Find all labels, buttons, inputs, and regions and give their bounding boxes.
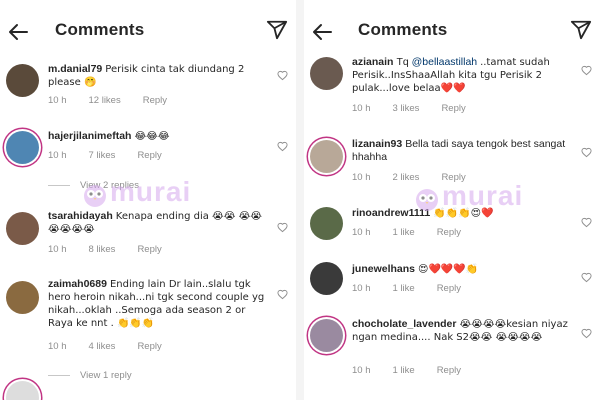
comment-body: m.danial79 Perisik cinta tak diundang 2 p… [48,63,268,89]
view-replies-button[interactable]: View 1 reply [48,370,132,381]
comment-time: 10 h [352,103,371,114]
avatar[interactable] [310,140,343,173]
arrow-left-icon[interactable] [310,20,334,44]
page-title: Comments [358,20,448,39]
comment-body: chocholate_lavender 😭😭😭😭kesian niyaz ngan… [352,318,572,344]
comment-likes[interactable]: 1 like [393,283,415,294]
left-comments-panel: Comments m.danial79 Perisik cinta tak diu… [0,0,296,400]
comment-meta: 10 h 1 like Reply [352,227,483,238]
heart-outline-icon[interactable] [277,222,288,233]
comment-body: junewelhans 😍❤️❤️❤️👏 [352,263,572,276]
comment-username[interactable]: lizanain93 [352,138,402,150]
comment-meta: 10 h 2 likes Reply [352,172,488,183]
reply-button[interactable]: Reply [437,283,461,294]
comment-time: 10 h [352,365,371,376]
heart-outline-icon[interactable] [581,147,592,158]
heart-outline-icon[interactable] [581,65,592,76]
heart-outline-icon[interactable] [581,217,592,228]
comment-text: 👏👏👏😍❤️ [433,208,494,219]
reply-button[interactable]: Reply [437,365,461,376]
comment-body: azianain Tq @bellaastillah ..tamat sudah … [352,56,572,95]
reply-button[interactable]: Reply [137,341,161,352]
comment-body: zaimah0689 Ending lain Dr lain..slalu tgk… [48,278,268,330]
comment-meta: 10 h 3 likes Reply [352,103,488,114]
heart-outline-icon[interactable] [581,328,592,339]
comment-likes[interactable]: 1 like [393,227,415,238]
comment-time: 10 h [48,95,67,106]
heart-outline-icon[interactable] [277,141,288,152]
avatar[interactable] [310,319,343,352]
comment-time: 10 h [352,227,371,238]
view-replies-button[interactable]: View 2 replies [48,180,139,191]
comment-username[interactable]: tsarahidayah [48,210,113,222]
comment-meta: 10 h 1 like Reply [352,283,483,294]
comment-meta: 10 h 8 likes Reply [48,244,184,255]
comment-time: 10 h [48,150,67,161]
heart-outline-icon[interactable] [277,289,288,300]
comment-text: 😍❤️❤️❤️👏 [418,264,479,275]
comment-body: tsarahidayah Kenapa ending dia 😭😭 😭😭😭😭😭😭 [48,210,263,236]
comment-likes[interactable]: 2 likes [393,172,420,183]
heart-outline-icon[interactable] [277,70,288,81]
reply-button[interactable]: Reply [437,227,461,238]
comment-meta: 10 h 7 likes Reply [48,150,184,161]
comment-likes[interactable]: 7 likes [89,150,116,161]
comment-username[interactable]: azianain [352,56,393,68]
comment-text: 😂😂😂 [134,131,170,142]
comment-username[interactable]: zaimah0689 [48,278,107,290]
comment-body: hajerjilanimeftah 😂😂😂 [48,130,268,143]
comment-time: 10 h [48,244,67,255]
comment-likes[interactable]: 8 likes [89,244,116,255]
comment-body: rinoandrew1111 👏👏👏😍❤️ [352,207,572,220]
comment-body: lizanain93 Bella tadi saya tengok best sa… [352,138,572,164]
paper-plane-icon[interactable] [570,19,592,41]
comment-username[interactable]: m.danial79 [48,63,102,75]
comment-likes[interactable]: 4 likes [89,341,116,352]
comment-likes[interactable]: 1 like [393,365,415,376]
panel-divider [296,0,304,400]
comment-time: 10 h [48,341,67,352]
comment-likes[interactable]: 3 likes [393,103,420,114]
comment-username[interactable]: hajerjilanimeftah [48,130,131,142]
comment-meta: 10 h 12 likes Reply [48,95,189,106]
avatar[interactable] [310,262,343,295]
comment-meta: 10 h 4 likes Reply [48,341,184,352]
avatar[interactable] [6,64,39,97]
comment-time: 10 h [352,283,371,294]
comment-meta: 10 h 1 like Reply [352,365,483,376]
page-title: Comments [55,20,145,39]
avatar[interactable] [6,212,39,245]
avatar[interactable] [6,131,39,164]
header: Comments [304,14,600,50]
comment-likes[interactable]: 12 likes [89,95,121,106]
avatar[interactable] [6,281,39,314]
reply-button[interactable]: Reply [441,103,465,114]
comment-username[interactable]: junewelhans [352,263,415,275]
reply-button[interactable]: Reply [441,172,465,183]
reply-button[interactable]: Reply [137,244,161,255]
avatar[interactable] [310,57,343,90]
comment-username[interactable]: rinoandrew1111 [352,207,430,219]
paper-plane-icon[interactable] [266,19,288,41]
arrow-left-icon[interactable] [6,20,30,44]
comment-mention[interactable]: @bellaastillah [412,56,478,68]
comment-username[interactable]: chocholate_lavender [352,318,456,330]
right-comments-panel: Comments azianain Tq @bellaastillah ..tam… [304,0,600,400]
comment-prefix: Tq [396,56,412,68]
comment-time: 10 h [352,172,371,183]
reply-button[interactable]: Reply [143,95,167,106]
avatar[interactable] [6,381,39,400]
reply-button[interactable]: Reply [137,150,161,161]
heart-outline-icon[interactable] [581,272,592,283]
header: Comments [0,14,296,50]
avatar[interactable] [310,207,343,240]
